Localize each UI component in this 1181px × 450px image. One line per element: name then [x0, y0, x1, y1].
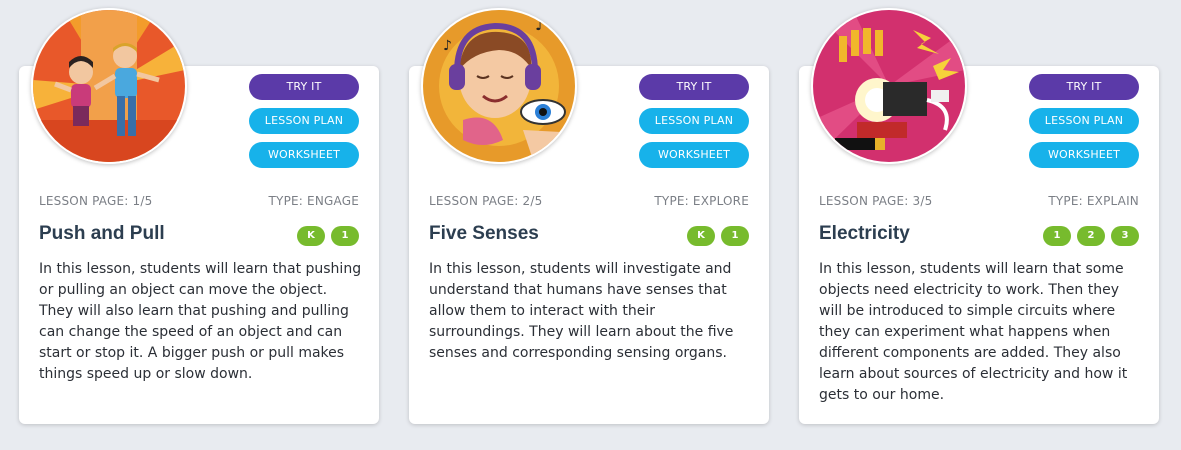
lesson-card-electricity: TRY IT LESSON PLAN WORKSHEET LESSON PAGE…: [799, 8, 1159, 424]
lesson-plan-button[interactable]: LESSON PLAN: [1029, 108, 1139, 134]
grade-badges: K 1: [687, 226, 749, 246]
lesson-type-label: TYPE: ENGAGE: [268, 194, 359, 208]
try-it-button[interactable]: TRY IT: [249, 74, 359, 100]
grade-badges: 1 2 3: [1043, 226, 1139, 246]
grade-badge: 3: [1111, 226, 1139, 246]
grade-badge: K: [687, 226, 715, 246]
svg-text:♪: ♪: [443, 38, 452, 54]
try-it-button[interactable]: TRY IT: [639, 74, 749, 100]
lesson-description: In this lesson, students will investigat…: [429, 261, 734, 361]
five-senses-illustration-icon[interactable]: ♪ ♪: [421, 8, 577, 164]
grade-badge: 2: [1077, 226, 1105, 246]
lesson-page-label: LESSON PAGE: 3/5: [819, 194, 933, 208]
grade-badge: K: [297, 226, 325, 246]
try-it-button[interactable]: TRY IT: [1029, 74, 1139, 100]
worksheet-button[interactable]: WORKSHEET: [249, 142, 359, 168]
lesson-description: In this lesson, students will learn that…: [39, 261, 362, 382]
grade-badge: 1: [331, 226, 359, 246]
lesson-plan-button[interactable]: LESSON PLAN: [249, 108, 359, 134]
push-pull-illustration-icon[interactable]: [31, 8, 187, 164]
worksheet-button[interactable]: WORKSHEET: [1029, 142, 1139, 168]
grade-badge: 1: [721, 226, 749, 246]
lesson-description: In this lesson, students will learn that…: [819, 261, 1128, 403]
electricity-illustration-icon[interactable]: [811, 8, 967, 164]
lesson-plan-button[interactable]: LESSON PLAN: [639, 108, 749, 134]
lesson-card-five-senses: ♪ ♪ TRY IT LESSON PLAN WORKSHEET LESSON …: [409, 8, 769, 424]
lesson-page-label: LESSON PAGE: 2/5: [429, 194, 543, 208]
svg-text:♪: ♪: [535, 15, 545, 34]
grade-badges: K 1: [297, 226, 359, 246]
lesson-title[interactable]: Push and Pull: [39, 223, 165, 245]
lesson-page-label: LESSON PAGE: 1/5: [39, 194, 153, 208]
grade-badge: 1: [1043, 226, 1071, 246]
lesson-type-label: TYPE: EXPLAIN: [1048, 194, 1139, 208]
worksheet-button[interactable]: WORKSHEET: [639, 142, 749, 168]
lesson-card-push-pull: TRY IT LESSON PLAN WORKSHEET LESSON PAGE…: [19, 8, 379, 424]
lesson-title[interactable]: Five Senses: [429, 223, 539, 245]
lesson-title[interactable]: Electricity: [819, 223, 910, 245]
lesson-type-label: TYPE: EXPLORE: [654, 194, 749, 208]
